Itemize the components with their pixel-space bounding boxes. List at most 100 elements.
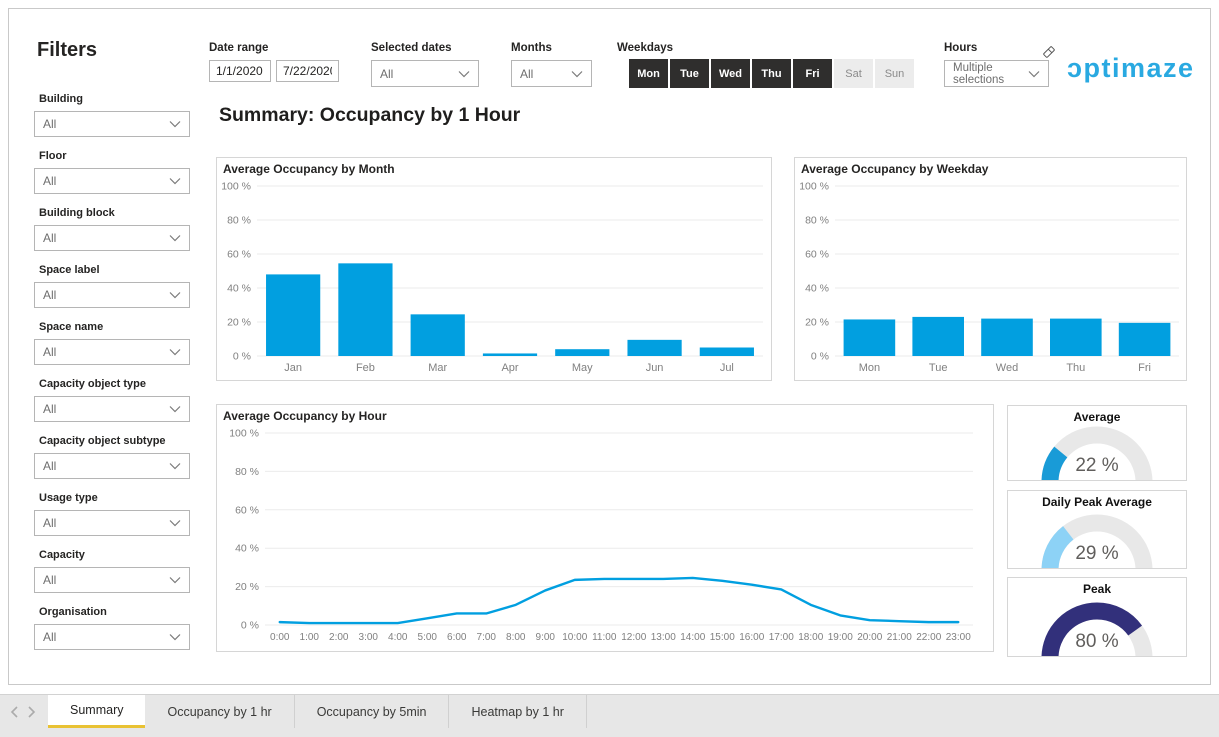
dropdown-value: All <box>43 288 57 302</box>
svg-text:0:00: 0:00 <box>270 632 290 643</box>
date-range-start-input[interactable] <box>209 60 271 82</box>
filter-floor: Floor All <box>34 150 190 194</box>
chart-title: Average Occupancy by Month <box>223 162 395 176</box>
svg-text:Mon: Mon <box>859 362 880 374</box>
svg-text:15:00: 15:00 <box>710 632 735 643</box>
clear-selections-eraser-icon[interactable] <box>1042 45 1056 59</box>
filter-label: Capacity <box>39 549 85 561</box>
months-dropdown[interactable]: All <box>511 60 592 87</box>
chevron-down-icon <box>169 178 181 185</box>
space-name-dropdown[interactable]: All <box>34 339 190 365</box>
svg-text:4:00: 4:00 <box>388 632 408 643</box>
weekday-button-wed[interactable]: Wed <box>711 59 750 88</box>
chevron-down-icon <box>169 520 181 527</box>
svg-text:Jun: Jun <box>646 362 664 374</box>
weekday-button-group: Mon Tue Wed Thu Fri Sat Sun <box>629 59 916 88</box>
filter-capacity: Capacity All <box>34 549 190 593</box>
weekday-button-fri[interactable]: Fri <box>793 59 832 88</box>
chevron-down-icon <box>1028 70 1040 77</box>
filter-building-block: Building block All <box>34 207 190 251</box>
svg-text:21:00: 21:00 <box>887 632 912 643</box>
selected-dates-dropdown[interactable]: All <box>371 60 479 87</box>
filters-heading: Filters <box>37 39 98 61</box>
filter-usage-type: Usage type All <box>34 492 190 536</box>
svg-text:0 %: 0 % <box>241 620 259 632</box>
gauge-title: Daily Peak Average <box>1042 495 1152 509</box>
filter-label: Usage type <box>39 492 98 504</box>
svg-text:2:00: 2:00 <box>329 632 349 643</box>
svg-text:22:00: 22:00 <box>916 632 941 643</box>
bar-chart-occupancy-by-month[interactable]: 0 % 20 % 40 % 60 % 80 % 100 % Jan Feb Mar Apr May J… <box>217 158 771 380</box>
hours-dropdown[interactable]: Multiple selections <box>944 60 1049 87</box>
chart-card-occupancy-by-weekday: Average Occupancy by Weekday 0 % 20 % 40 %… <box>794 157 1187 381</box>
svg-text:20 %: 20 % <box>235 581 259 593</box>
tab-occupancy-by-1hr[interactable]: Occupancy by 1 hr <box>145 695 295 728</box>
usage-type-dropdown[interactable]: All <box>34 510 190 536</box>
chevron-down-icon <box>169 463 181 470</box>
svg-text:8:00: 8:00 <box>506 632 526 643</box>
svg-text:6:00: 6:00 <box>447 632 467 643</box>
chevron-down-icon <box>169 634 181 641</box>
filter-label: Building <box>39 93 83 105</box>
svg-text:18:00: 18:00 <box>798 632 823 643</box>
gauge-value: 80 % <box>1075 631 1119 652</box>
hours-label: Hours <box>944 42 978 54</box>
dropdown-value: All <box>43 402 57 416</box>
filter-label: Organisation <box>39 606 107 618</box>
tab-nav-right-arrow-icon[interactable] <box>28 705 36 718</box>
weekday-button-sat[interactable]: Sat <box>834 59 873 88</box>
date-range-label: Date range <box>209 42 269 54</box>
dropdown-value: All <box>43 459 57 473</box>
svg-text:Wed: Wed <box>996 362 1018 374</box>
space-label-dropdown[interactable]: All <box>34 282 190 308</box>
chart-title: Average Occupancy by Hour <box>223 409 387 423</box>
svg-text:60 %: 60 % <box>235 504 259 516</box>
svg-text:23:00: 23:00 <box>946 632 971 643</box>
filter-building: Building All <box>34 93 190 137</box>
tab-occupancy-by-5min[interactable]: Occupancy by 5min <box>295 695 450 728</box>
gauge-value: 29 % <box>1075 543 1119 564</box>
svg-text:100 %: 100 % <box>799 181 829 193</box>
filter-space-name: Space name All <box>34 321 190 365</box>
organisation-dropdown[interactable]: All <box>34 624 190 650</box>
building-block-dropdown[interactable]: All <box>34 225 190 251</box>
date-range-end-input[interactable] <box>276 60 339 82</box>
filter-capacity-object-type: Capacity object type All <box>34 378 190 422</box>
weekday-button-mon[interactable]: Mon <box>629 59 668 88</box>
weekday-button-tue[interactable]: Tue <box>670 59 709 88</box>
weekday-button-sun[interactable]: Sun <box>875 59 914 88</box>
svg-text:11:00: 11:00 <box>592 632 617 643</box>
svg-text:80 %: 80 % <box>805 215 829 227</box>
capacity-object-type-dropdown[interactable]: All <box>34 396 190 422</box>
chart-title: Average Occupancy by Weekday <box>801 162 989 176</box>
svg-text:20 %: 20 % <box>805 317 829 329</box>
capacity-object-subtype-dropdown[interactable]: All <box>34 453 190 479</box>
chevron-down-icon <box>169 577 181 584</box>
line-chart-occupancy-by-hour[interactable]: 0 % 20 % 40 % 60 % 80 % 100 % 0:00 1:00 2:00 3:00… <box>217 405 993 651</box>
weekday-button-thu[interactable]: Thu <box>752 59 791 88</box>
dropdown-value: All <box>43 345 57 359</box>
capacity-dropdown[interactable]: All <box>34 567 190 593</box>
svg-text:40 %: 40 % <box>227 283 251 295</box>
svg-text:80 %: 80 % <box>235 466 259 478</box>
svg-text:100 %: 100 % <box>221 181 251 193</box>
tab-heatmap-by-1hr[interactable]: Heatmap by 1 hr <box>449 695 587 728</box>
chart-card-occupancy-by-hour: Average Occupancy by Hour 0 % 20 % 40 % 60 … <box>216 404 994 652</box>
bar-chart-occupancy-by-weekday[interactable]: 0 % 20 % 40 % 60 % 80 % 100 % Mon Tue Wed Thu Fri <box>795 158 1186 380</box>
tab-summary[interactable]: Summary <box>48 695 146 728</box>
dropdown-value: All <box>43 630 57 644</box>
tab-nav-left-arrow-icon[interactable] <box>10 705 18 718</box>
chevron-down-icon <box>169 292 181 299</box>
floor-dropdown[interactable]: All <box>34 168 190 194</box>
filter-label: Space name <box>39 321 104 333</box>
dropdown-value: All <box>380 66 394 81</box>
svg-text:Feb: Feb <box>356 362 375 374</box>
svg-text:40 %: 40 % <box>805 283 829 295</box>
svg-text:Jul: Jul <box>720 362 734 374</box>
building-dropdown[interactable]: All <box>34 111 190 137</box>
dropdown-value: All <box>43 117 57 131</box>
chevron-down-icon <box>169 235 181 242</box>
dropdown-value: All <box>43 573 57 587</box>
tab-nav-arrows <box>0 695 48 728</box>
svg-text:14:00: 14:00 <box>680 632 705 643</box>
